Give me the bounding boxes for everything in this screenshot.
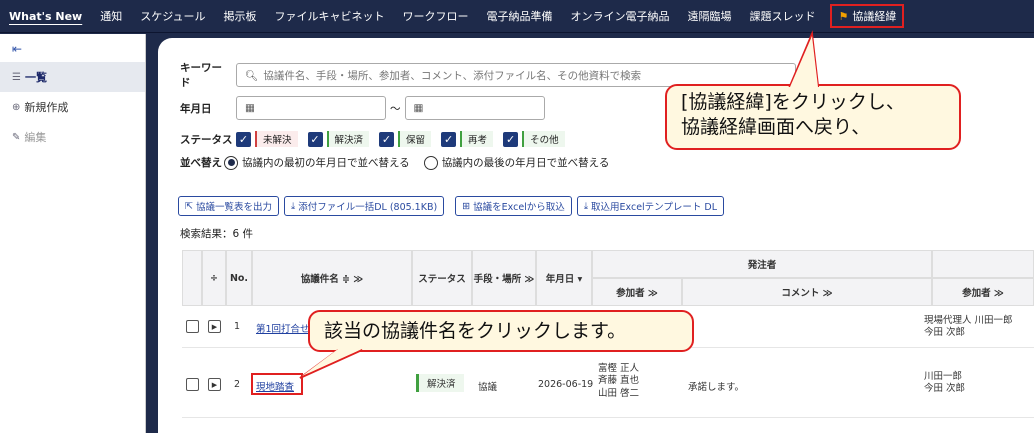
pencil-icon: ✎ — [12, 131, 21, 143]
nav-remote-inspection[interactable]: 遠隔臨場 — [678, 0, 740, 33]
keyword-placeholder: 協議件名、手段・場所、参加者、コメント、添付ファイル名、その他資料で検索 — [263, 69, 642, 82]
nav-consultation-history[interactable]: ⚑ 協議経緯 — [830, 4, 905, 28]
nav-whats-new[interactable]: What's New — [0, 0, 91, 33]
callout-bottom: 該当の協議件名をクリックします。 — [308, 310, 694, 352]
import-icon: ⊞ — [462, 200, 471, 212]
check-icon[interactable]: ✓ — [441, 131, 457, 147]
check-icon[interactable]: ✓ — [236, 131, 251, 147]
th-blank-2 — [932, 250, 1034, 278]
th-title[interactable]: 協議件名 ≑ ≫ — [252, 250, 412, 306]
th-blank — [182, 250, 202, 306]
date-from-input[interactable]: ▦ — [236, 96, 386, 120]
sidebar-item-new[interactable]: ⊕ 新規作成 — [0, 92, 145, 122]
radio-sort-first[interactable] — [224, 155, 238, 170]
expand-icon[interactable]: ▶ — [208, 378, 221, 391]
highlight-title-link — [251, 373, 303, 395]
check-icon[interactable]: ✓ — [307, 131, 323, 147]
sidebar-item-label: 一覧 — [24, 71, 47, 84]
calendar-icon: ▦ — [413, 102, 424, 114]
result-count: 検索結果：6 件 — [180, 228, 254, 240]
top-nav: What's New 通知 スケジュール 掲示板 ファイルキャビネット ワークフ… — [0, 0, 1034, 33]
callout-top: [協議経緯]をクリックし、 協議経緯画面へ戻り、 — [665, 84, 961, 150]
row-no: 2 — [234, 379, 241, 390]
date-separator: ～ — [390, 102, 401, 115]
nav-schedule[interactable]: スケジュール — [131, 0, 214, 33]
sort-first-label: 協議内の最初の年月日で並べ替える — [242, 157, 410, 169]
status-tag-unresolved: 未解決 — [255, 131, 298, 147]
sidebar-item-label: 編集 — [24, 131, 47, 144]
date-to-input[interactable]: ▦ — [404, 96, 545, 120]
list-icon: ☰ — [12, 71, 21, 83]
th-no: No. — [226, 250, 252, 306]
nav-board[interactable]: 掲示板 — [214, 0, 265, 33]
collapse-icon[interactable]: ⇤ — [0, 34, 145, 62]
th-status[interactable]: ステータス — [412, 250, 472, 306]
template-download-button[interactable]: ⤓ 取込用Excelテンプレート DL — [576, 196, 725, 216]
row-participants-2: 現場代理人 川田一郎 今田 次郎 — [924, 315, 1013, 338]
bulk-download-label: 添付ファイル一括DL (805.1KB) — [298, 202, 438, 213]
th-participants[interactable]: 参加者 ≫ — [592, 278, 682, 306]
nav-consultation-label: 協議経緯 — [852, 10, 897, 23]
row-participants: 富樫 正人 斉藤 直也 山田 啓二 — [598, 363, 640, 399]
th-orderer: 発注者 — [592, 250, 932, 278]
row-means: 協議 — [478, 382, 498, 393]
check-icon[interactable]: ✓ — [379, 131, 395, 147]
status-tag-reconsider: 再考 — [460, 131, 494, 147]
import-excel-label: 協議をExcelから取込 — [473, 202, 565, 213]
download-icon: ⤓ — [290, 200, 296, 212]
expand-icon[interactable]: ▶ — [208, 320, 221, 333]
export-list-button[interactable]: ⇱ 協議一覧表を出力 — [178, 196, 279, 216]
search-icon: 🔍︎ — [245, 69, 259, 82]
row-date: 2026-06-19 — [538, 379, 594, 390]
th-sort-handle[interactable]: ÷ — [202, 250, 226, 306]
row-participants-2: 川田一郎 今田 次郎 — [924, 371, 966, 394]
bulk-download-button[interactable]: ⤓ 添付ファイル一括DL (805.1KB) — [283, 196, 445, 216]
th-comment[interactable]: コメント ≫ — [682, 278, 932, 306]
th-date[interactable]: 年月日 ▾ — [536, 250, 592, 306]
keyword-label: キーワード — [180, 62, 222, 89]
row-no: 1 — [234, 321, 241, 332]
radio-sort-last[interactable] — [423, 155, 438, 170]
row-checkbox[interactable] — [186, 378, 199, 391]
export-list-label: 協議一覧表を出力 — [195, 202, 272, 213]
sidebar-item-label: 新規作成 — [24, 101, 69, 114]
nav-file-cabinet[interactable]: ファイルキャビネット — [265, 0, 393, 33]
sort-last-label: 協議内の最後の年月日で並べ替える — [441, 157, 610, 169]
download-icon: ⤓ — [583, 200, 589, 212]
sidebar-item-edit[interactable]: ✎ 編集 — [0, 122, 145, 152]
nav-notice[interactable]: 通知 — [91, 0, 131, 33]
nav-issue-thread[interactable]: 課題スレッド — [740, 0, 824, 33]
status-tag-other: その他 — [522, 131, 565, 147]
sort-handle-icon: ÷ — [210, 272, 218, 284]
th-means[interactable]: 手段・場所 ≫ — [472, 250, 536, 306]
import-excel-button[interactable]: ⊞ 協議をExcelから取込 — [455, 196, 572, 216]
calendar-icon: ▦ — [245, 102, 255, 114]
export-icon: ⇱ — [185, 200, 193, 212]
row-checkbox[interactable] — [186, 320, 199, 333]
status-badge: 解決済 — [416, 374, 464, 392]
date-label: 年月日 — [180, 102, 212, 115]
check-icon[interactable]: ✓ — [503, 131, 519, 147]
status-tag-resolved: 解決済 — [326, 131, 370, 147]
th-participants-2[interactable]: 参加者 ≫ — [932, 278, 1034, 306]
sidebar-item-list[interactable]: ☰ 一覧 — [0, 62, 145, 92]
flag-icon: ⚑ — [838, 9, 849, 23]
row-title-link[interactable]: 第1回打合せ — [256, 321, 310, 335]
sort-label: 並べ替え — [180, 157, 222, 169]
plus-circle-icon: ⊕ — [12, 101, 21, 113]
nav-online-edelivery[interactable]: オンライン電子納品 — [561, 0, 678, 33]
template-download-label: 取込用Excelテンプレート DL — [591, 202, 718, 213]
status-label: ステータス — [180, 133, 233, 146]
row-comment: 承諾します。 — [688, 382, 745, 393]
status-tag-pending: 保留 — [398, 131, 432, 147]
nav-edelivery-prep[interactable]: 電子納品準備 — [477, 0, 561, 33]
nav-workflow[interactable]: ワークフロー — [393, 0, 477, 33]
sidebar: ⇤ ☰ 一覧 ⊕ 新規作成 ✎ 編集 — [0, 34, 146, 433]
